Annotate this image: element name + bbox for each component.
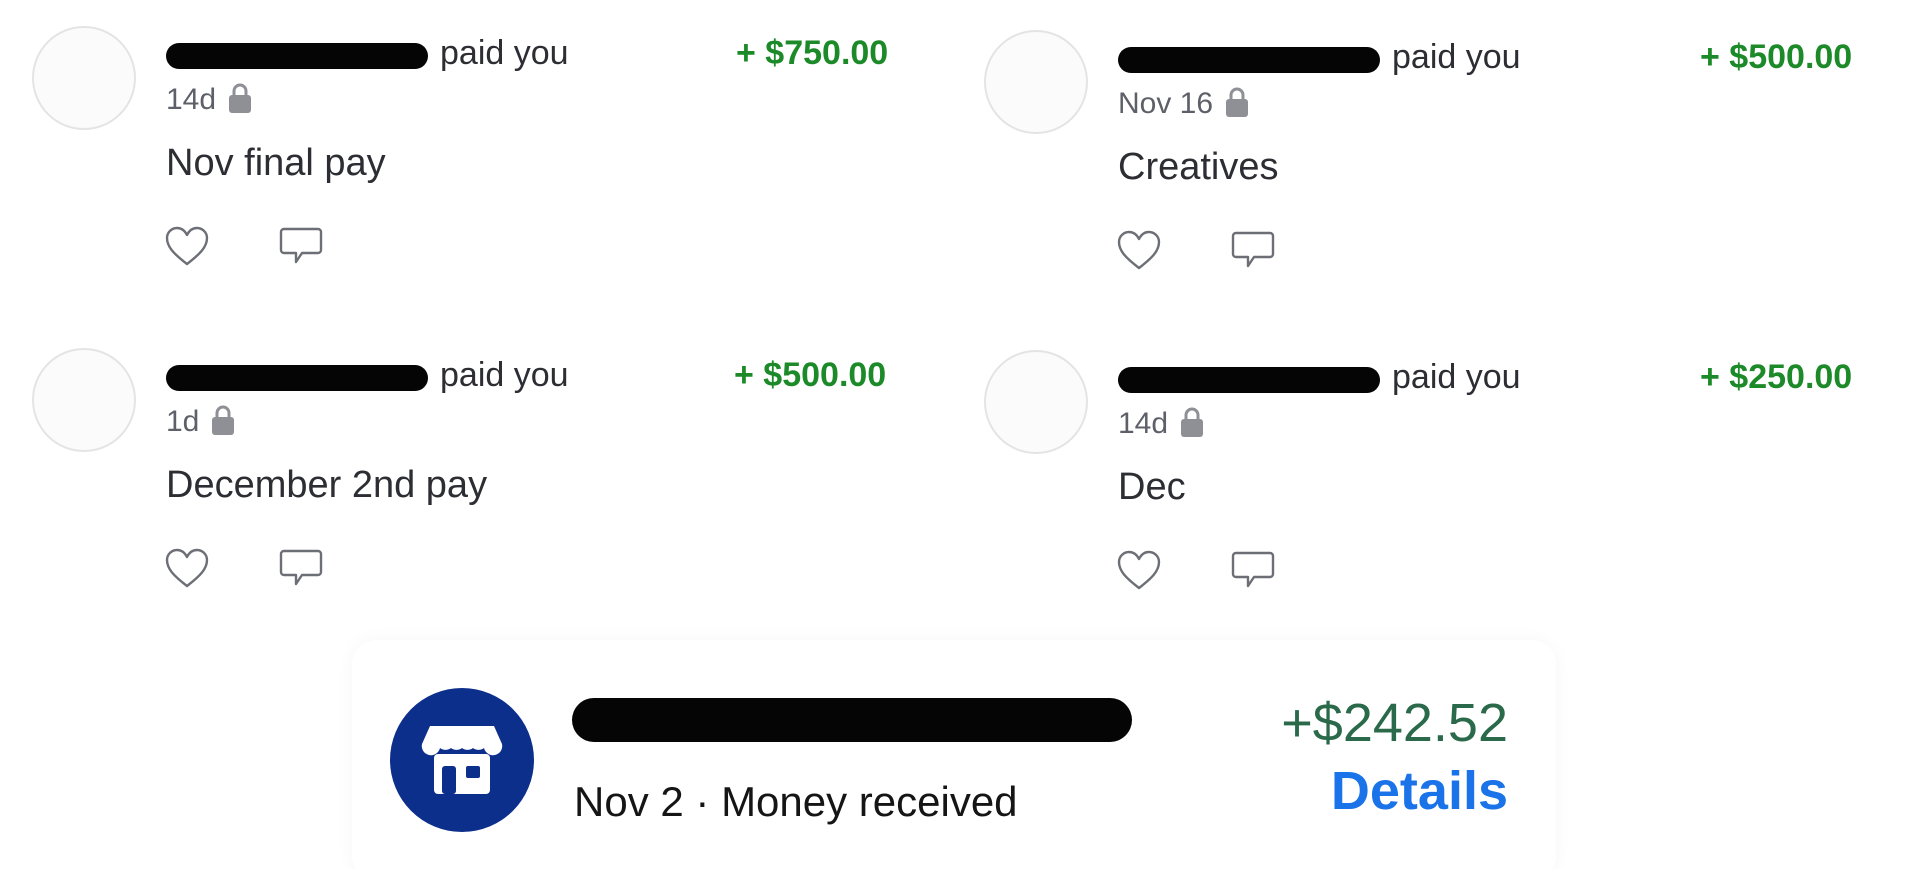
avatar[interactable] [32,26,136,130]
deposit-status: Money received [721,778,1018,825]
paid-you-label: paid you [440,356,569,394]
storefront-icon [390,688,534,832]
transaction-actions [1116,548,1276,594]
transaction-item[interactable]: paid you + $500.00 Nov 16 Creatives [952,4,1882,304]
comment-icon[interactable] [278,546,324,592]
lock-icon [1180,406,1204,446]
comment-icon[interactable] [1230,548,1276,594]
transaction-actions [164,224,324,270]
redacted-merchant-name [572,698,1132,742]
transaction-item[interactable]: paid you + $750.00 14d Nov final pay [0,0,930,300]
avatar[interactable] [984,30,1088,134]
transaction-actions [1116,228,1276,274]
transaction-note: Creatives [1118,146,1279,188]
lock-icon [211,404,235,444]
deposit-date: Nov 2 [574,778,684,825]
comment-icon[interactable] [1230,228,1276,274]
transactions-feed: paid you + $750.00 14d Nov final pay pai… [0,0,1909,869]
transaction-headline: paid you [166,34,569,73]
transaction-note: Dec [1118,466,1186,508]
redacted-sender-name [1118,366,1380,393]
deposit-card[interactable]: Nov 2 · Money received +$242.52 Details [352,640,1556,869]
lock-icon [228,82,252,122]
transaction-headline: paid you [1118,358,1521,397]
transaction-meta: 14d [1118,404,1204,444]
deposit-subline: Nov 2 · Money received [574,778,1018,826]
transaction-headline: paid you [1118,38,1521,77]
transaction-meta: Nov 16 [1118,84,1249,124]
transaction-date: 14d [166,83,217,116]
separator-dot: · [695,778,710,825]
heart-icon[interactable] [164,546,210,592]
paid-you-label: paid you [1392,358,1521,396]
transaction-amount: + $750.00 [736,34,889,72]
avatar[interactable] [984,350,1088,454]
transaction-date: 14d [1118,407,1169,440]
details-link[interactable]: Details [1331,760,1508,822]
transaction-item[interactable]: paid you + $250.00 14d Dec [952,324,1882,624]
deposit-amount: +$242.52 [1281,693,1508,753]
transaction-meta: 14d [166,80,252,120]
transaction-item[interactable]: paid you + $500.00 1d December 2nd pay [0,322,930,622]
comment-icon[interactable] [278,224,324,270]
paid-you-label: paid you [440,34,569,72]
heart-icon[interactable] [1116,548,1162,594]
paid-you-label: paid you [1392,38,1521,76]
transaction-note: December 2nd pay [166,464,488,506]
redacted-sender-name [1118,46,1380,73]
heart-icon[interactable] [1116,228,1162,274]
lock-icon [1225,86,1249,126]
transaction-note: Nov final pay [166,142,386,184]
transaction-amount: + $250.00 [1700,358,1853,396]
transaction-meta: 1d [166,402,235,442]
transaction-date: Nov 16 [1118,87,1214,120]
transaction-amount: + $500.00 [734,356,887,394]
transaction-amount: + $500.00 [1700,38,1853,76]
transaction-headline: paid you [166,356,569,395]
redacted-sender-name [166,42,428,69]
redacted-sender-name [166,364,428,391]
avatar[interactable] [32,348,136,452]
transaction-actions [164,546,324,592]
heart-icon[interactable] [164,224,210,270]
transaction-date: 1d [166,405,200,438]
